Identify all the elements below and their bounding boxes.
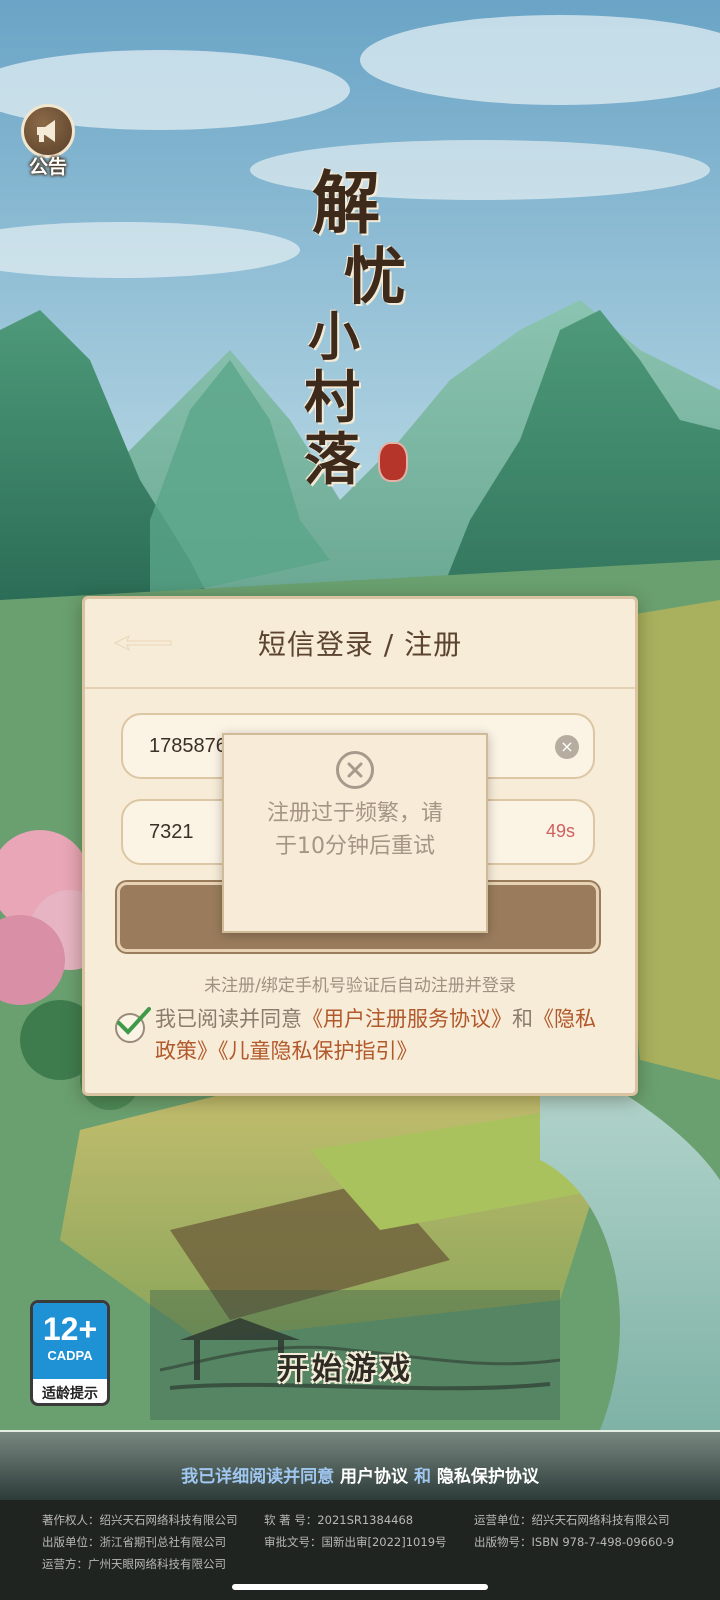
age-rating-badge[interactable]: 12+ CADPA 适龄提示 xyxy=(30,1300,110,1406)
logo-char: 小 xyxy=(308,307,361,368)
checkmark-icon xyxy=(117,1007,151,1035)
start-game-label: 开始游戏 xyxy=(278,1352,414,1387)
copyright-holder: 著作权人：绍兴天石网络科技有限公司 xyxy=(42,1513,238,1527)
announcement-label: 公告 xyxy=(28,156,67,178)
dialog-header: 短信登录 / 注册 xyxy=(85,599,635,689)
child-privacy-link[interactable]: 《儿童隐私保护指引》 xyxy=(218,1039,418,1063)
home-indicator[interactable] xyxy=(232,1584,488,1590)
dialog-title: 短信登录 / 注册 xyxy=(257,628,463,661)
age-tip: 适龄提示 xyxy=(42,1386,98,1402)
logo-char: 忧 xyxy=(344,240,407,313)
phone-value: 1785876 xyxy=(149,734,227,757)
logo-char: 解 xyxy=(312,164,381,244)
publisher: 出版单位：浙江省期刊总社有限公司 xyxy=(42,1535,226,1549)
bottom-privacy-link[interactable]: 隐私保护协议 xyxy=(437,1467,539,1487)
error-toast: 注册过于频繁，请于10分钟后重试 xyxy=(222,733,488,933)
resend-countdown: 49s xyxy=(545,821,575,841)
agree-and: 和 xyxy=(512,1007,533,1031)
agree-prefix: 我已阅读并同意 xyxy=(155,1007,302,1031)
clear-icon[interactable]: × xyxy=(555,735,579,759)
bottom-user-agreement-link[interactable]: 用户协议 xyxy=(340,1467,408,1487)
bottom-agreement: 我已详细阅读并同意 用户协议 和 隐私保护协议 xyxy=(0,1462,720,1487)
approval-no: 审批文号：国新出审[2022]1019号 xyxy=(264,1535,447,1549)
bottom-agree-prefix: 我已详细阅读并同意 xyxy=(181,1467,335,1487)
megaphone-icon xyxy=(21,104,75,158)
operator-unit: 运营单位：绍兴天石网络科技有限公司 xyxy=(474,1513,670,1527)
error-x-icon xyxy=(336,751,374,789)
rating-org: CADPA xyxy=(47,1348,93,1363)
user-agreement-link[interactable]: 《用户注册服务协议》 xyxy=(302,1007,512,1031)
game-logo: 解 忧 小 村 落 xyxy=(300,170,420,488)
toast-message: 注册过于频繁，请于10分钟后重试 xyxy=(266,801,443,859)
announcement-button[interactable]: 公告 xyxy=(18,104,78,179)
auto-register-hint: 未注册/绑定手机号验证后自动注册并登录 xyxy=(204,976,516,996)
isbn: 出版物号：ISBN 978-7-498-09660-9 xyxy=(474,1535,675,1549)
back-arrow-icon xyxy=(113,634,172,652)
software-reg-no: 软 著 号：2021SR1384468 xyxy=(264,1513,414,1527)
bottom-agree-and: 和 xyxy=(413,1467,431,1487)
agreement-row: 我已阅读并同意《用户注册服务协议》和《隐私政策》《儿童隐私保护指引》 xyxy=(115,1003,605,1067)
back-button[interactable] xyxy=(113,627,177,659)
age-rating: 12+ xyxy=(42,1311,98,1347)
code-value: 7321 xyxy=(149,820,194,843)
agree-checkbox[interactable] xyxy=(115,1007,151,1043)
logo-char: 村 xyxy=(304,365,360,431)
logo-seal-icon xyxy=(378,442,408,482)
operator: 运营方：广州天眼网络科技有限公司 xyxy=(42,1557,226,1571)
